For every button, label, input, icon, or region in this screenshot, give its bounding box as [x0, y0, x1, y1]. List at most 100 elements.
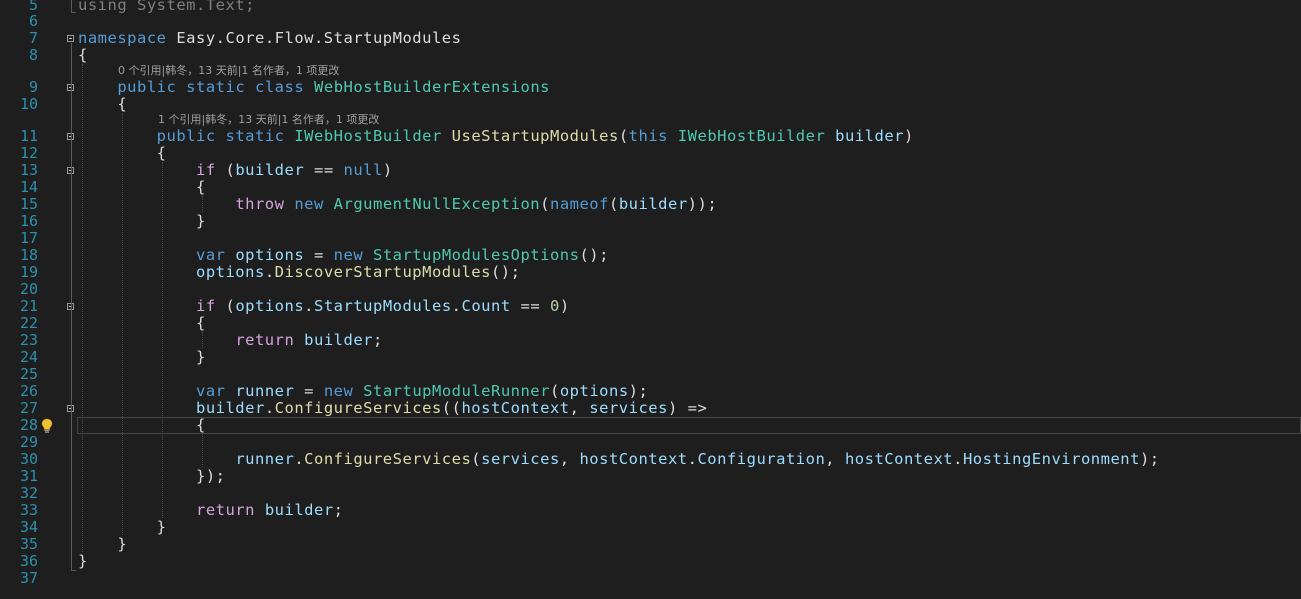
code-token: var: [195, 246, 226, 264]
line-number: 28: [19, 416, 38, 434]
code-token: ArgumentNullException: [333, 195, 541, 213]
line-number: 35: [19, 535, 38, 553]
code-token: });: [78, 467, 226, 485]
code-token: if: [195, 297, 216, 315]
code-token: options: [235, 246, 305, 264]
line-number: 11: [19, 127, 38, 145]
code-line[interactable]: });: [78, 468, 225, 485]
line-number: 37: [19, 569, 38, 587]
code-token: IWebHostBuilder: [294, 127, 442, 145]
code-token: .: [294, 450, 305, 468]
line-number: 22: [19, 314, 38, 332]
lightbulb-icon[interactable]: [41, 418, 53, 434]
line-number: 30: [19, 450, 38, 468]
code-token: HostingEnvironment: [962, 450, 1140, 468]
line-number: 19: [19, 263, 38, 281]
code-line[interactable]: }: [78, 536, 127, 553]
code-line[interactable]: throw new ArgumentNullException(nameof(b…: [78, 196, 717, 213]
code-token: (: [540, 195, 550, 213]
code-token: services: [589, 399, 668, 417]
code-token: ;: [372, 331, 383, 349]
code-token: new: [294, 195, 324, 213]
code-token: builder: [835, 127, 904, 145]
code-line[interactable]: return builder;: [78, 502, 344, 519]
code-line[interactable]: public static class WebHostBuilderExtens…: [78, 79, 550, 96]
code-token: }: [78, 518, 167, 536]
code-token: static: [186, 78, 246, 96]
code-token: Easy.Core.Flow.StartupModules: [166, 29, 462, 47]
code-line[interactable]: {: [78, 145, 167, 162]
code-token: ((: [441, 399, 462, 417]
code-token: ) =>: [667, 399, 708, 417]
code-line[interactable]: public static IWebHostBuilder UseStartup…: [78, 128, 914, 145]
code-token: new: [333, 246, 364, 264]
code-token: class: [255, 78, 305, 96]
code-line[interactable]: using System.Text;: [78, 0, 255, 14]
code-token: StartupModuleRunner: [363, 382, 550, 400]
code-line[interactable]: {: [78, 47, 88, 64]
code-token: static: [225, 127, 285, 145]
code-token: {: [78, 46, 88, 64]
line-number: 6: [28, 12, 38, 30]
line-number: 21: [19, 297, 38, 315]
code-token: runner: [235, 450, 295, 468]
line-number: 16: [19, 212, 38, 230]
code-token: }: [78, 552, 88, 570]
code-token: DiscoverStartupModules: [274, 263, 491, 281]
code-token: ConfigureServices: [274, 399, 442, 417]
code-line[interactable]: namespace Easy.Core.Flow.StartupModules: [78, 30, 461, 47]
code-editor[interactable]: 5 6 7 8 9 10 11 12 13 14 15 16 17 18 19 20 21 22 23 24 25 26 2…: [0, 0, 1301, 599]
line-number: 15: [19, 195, 38, 213]
code-line[interactable]: }: [78, 519, 167, 536]
line-number: 17: [19, 229, 38, 247]
code-token: );: [1139, 450, 1160, 468]
code-token: ConfigureServices: [304, 450, 472, 468]
outline-region-line: [71, 0, 72, 12]
code-token: }: [78, 212, 206, 230]
code-token: .: [264, 263, 275, 281]
code-token: using System.Text;: [78, 0, 255, 14]
code-token: hostContext: [461, 399, 570, 417]
code-line[interactable]: return builder;: [78, 332, 383, 349]
codelens-method-references[interactable]: 1 个引用|韩冬，13 天前|1 名作者，1 项更改: [158, 113, 379, 127]
code-token: {: [78, 314, 206, 332]
code-token: 0: [550, 297, 560, 315]
code-line[interactable]: {: [78, 179, 206, 196]
code-line[interactable]: }: [78, 553, 88, 570]
code-token: runner: [235, 382, 295, 400]
code-line[interactable]: builder.ConfigureServices((hostContext, …: [78, 400, 707, 417]
code-line[interactable]: {: [78, 315, 206, 332]
code-token: hostContext: [579, 450, 688, 468]
code-token: UseStartupModules: [451, 127, 619, 145]
codelens-class-references[interactable]: 0 个引用|韩冬，13 天前|1 名作者，1 项更改: [118, 64, 339, 78]
code-line[interactable]: var options = new StartupModulesOptions(…: [78, 247, 609, 264]
code-token: hostContext: [844, 450, 954, 468]
collapse-toggle-icon[interactable]: [67, 35, 74, 42]
code-line[interactable]: if (builder == null): [78, 162, 393, 179]
code-line[interactable]: var runner = new StartupModuleRunner(opt…: [78, 383, 648, 400]
code-line[interactable]: }: [78, 213, 206, 230]
code-token: }: [78, 348, 206, 366]
line-number: 33: [19, 501, 38, 519]
code-line[interactable]: options.DiscoverStartupModules();: [78, 264, 520, 281]
code-line[interactable]: runner.ConfigureServices(services, hostC…: [78, 451, 1160, 468]
line-number: 25: [19, 365, 38, 383]
line-number: 10: [19, 95, 38, 113]
code-line[interactable]: }: [78, 349, 206, 366]
code-line[interactable]: if (options.StartupModules.Count == 0): [78, 298, 570, 315]
code-line[interactable]: {: [78, 96, 127, 113]
code-token: new: [323, 382, 354, 400]
